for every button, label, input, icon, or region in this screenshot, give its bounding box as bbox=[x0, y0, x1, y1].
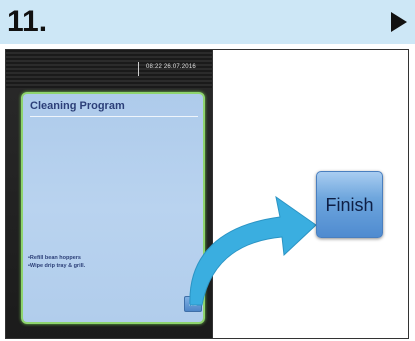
step-header: 11. bbox=[0, 0, 415, 44]
curved-pointer-arrow-icon bbox=[189, 195, 317, 306]
status-separator bbox=[138, 62, 139, 76]
status-time-date: 08:22 26.07.2016 bbox=[146, 64, 196, 70]
step-number: 11. bbox=[7, 5, 48, 38]
title-divider bbox=[30, 116, 198, 117]
instruction-item: •Refill bean hoppers bbox=[28, 255, 81, 261]
instruction-list: •Refill bean hoppers •Wipe drip tray & g… bbox=[28, 254, 85, 270]
cleaning-program-screen: Cleaning Program •Refill bean hoppers •W… bbox=[21, 92, 205, 324]
next-arrow-icon[interactable] bbox=[391, 12, 407, 32]
screen-title: Cleaning Program bbox=[30, 100, 125, 112]
instruction-item: •Wipe drip tray & grill. bbox=[28, 263, 86, 269]
finish-button[interactable]: Finish bbox=[316, 171, 383, 238]
